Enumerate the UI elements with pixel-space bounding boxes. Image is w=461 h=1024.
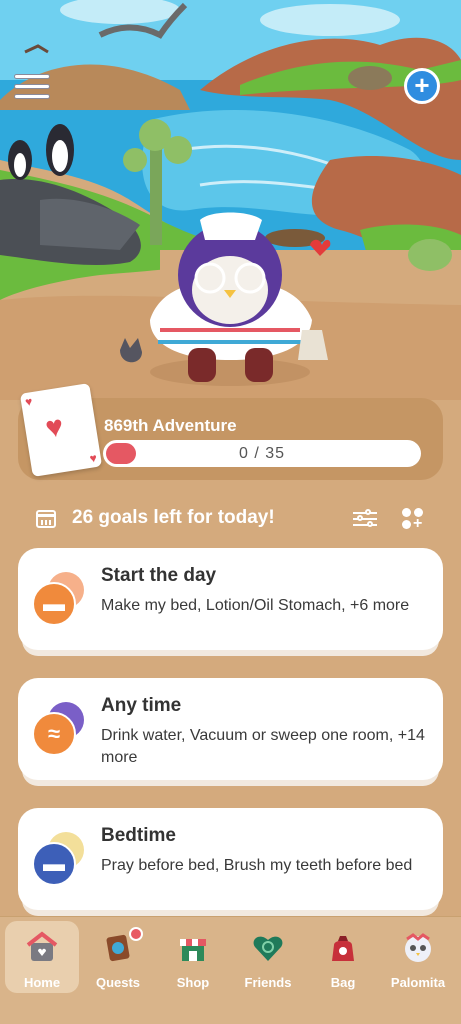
wave-icon: ≈ [32,700,88,758]
routine-icon-front: ▬ [32,842,76,886]
nav-bag[interactable]: Bag [306,921,380,993]
night-bed-icon: ▬ [32,830,88,888]
routine-title: Start the day [101,565,217,586]
goals-left-text: 26 goals left for today! [72,507,275,528]
routine-subtitle: Make my bed, Lotion/Oil Stomach, +6 more [101,597,410,614]
nav-label: Palomita [390,975,446,990]
nav-palomita[interactable]: Palomita [381,921,455,993]
nav-label: Home [23,975,61,990]
friends-heart-icon [251,931,285,965]
plus-circle-icon[interactable]: + [404,68,440,104]
scene-illustration [0,0,461,400]
island-scene: + [0,0,461,400]
pet-face-icon [401,931,435,965]
adventure-progress-bar: 0 / 35 [103,440,421,467]
routine-card-bedtime[interactable]: ▬ Bedtime Pray before bed, Brush my teet… [18,808,443,910]
menu-button[interactable] [14,70,50,102]
routine-subtitle: Pray before bed, Brush my teeth before b… [101,857,413,874]
adventure-title: 869th Adventure [104,416,237,435]
nav-friends[interactable]: Friends [231,921,305,993]
sliders-icon[interactable] [353,509,377,529]
routine-subtitle: Drink water, Vacuum or sweep one room, +… [101,727,425,766]
routine-title: Bedtime [101,825,176,846]
routine-card-start-the-day[interactable]: ▬ Start the day Make my bed, Lotion/Oil … [18,548,443,650]
bottom-nav: Home Quests Shop Friends Bag Palomita [0,916,461,1024]
nav-home[interactable]: Home [5,921,79,993]
sunrise-bed-icon: ▬ [32,570,88,628]
calendar-icon [36,510,56,528]
routine-icon-front: ≈ [32,712,76,756]
shop-icon [176,931,210,965]
routine-icon-front: ▬ [32,582,76,626]
progress-text: 0 / 35 [238,445,286,462]
nav-label: Quests [95,975,141,990]
house-icon [25,931,59,965]
routine-title: Any time [101,695,182,716]
notification-badge [129,927,143,941]
grid-plus-icon[interactable]: + [402,508,424,532]
goals-header: 26 goals left for today! + [36,505,436,533]
hamburger-icon-line [14,83,50,89]
hamburger-icon-line [14,73,50,79]
nav-quests[interactable]: Quests [81,921,155,993]
nav-label: Bag [330,975,356,990]
routine-card-any-time[interactable]: ≈ Any time Drink water, Vacuum or sweep … [18,678,443,780]
bag-icon [326,931,360,965]
hamburger-icon-line [14,93,50,99]
nav-shop[interactable]: Shop [156,921,230,993]
nav-label: Shop [176,975,210,990]
heart-card-icon: ♥ ♥ ♥ [19,383,103,477]
nav-label: Friends [244,975,292,990]
